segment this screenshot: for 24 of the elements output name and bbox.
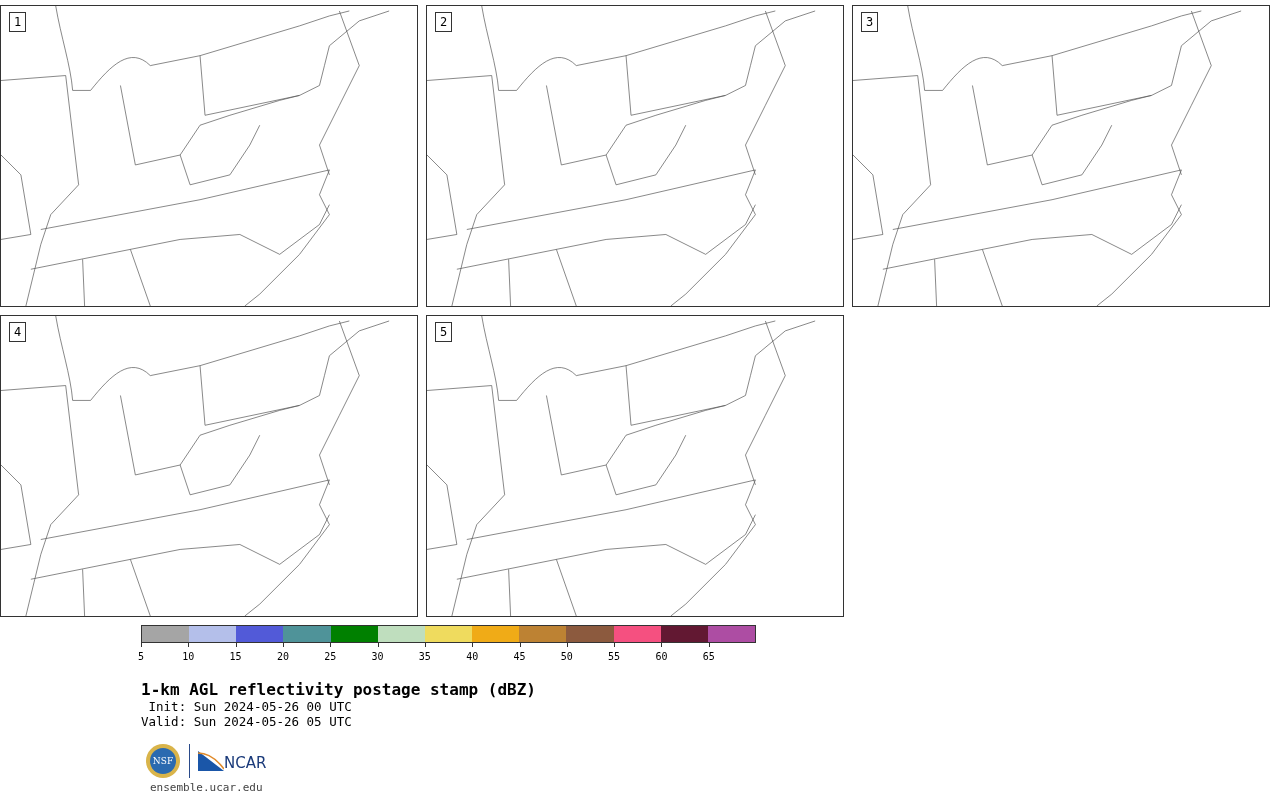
panel-number: 4 (9, 322, 27, 342)
tick-label: 35 (418, 650, 431, 664)
tick-label: 40 (466, 650, 479, 664)
tick-label: 5 (138, 650, 144, 664)
tick-label: 25 (324, 650, 337, 664)
tick-label: 65 (702, 650, 715, 664)
nsf-logo: NSF (145, 743, 181, 779)
tick-label: 50 (560, 650, 573, 664)
panel-number: 5 (435, 322, 453, 342)
tick-label: 45 (513, 650, 526, 664)
panel-number: 3 (861, 12, 879, 32)
tick-label: 20 (276, 650, 289, 664)
panel-number: 1 (9, 12, 27, 32)
site-url: ensemble.ucar.edu (150, 781, 264, 794)
tick-label: 55 (608, 650, 621, 664)
chart-title: 1-km AGL reflectivity postage stamp (dBZ) (141, 681, 537, 699)
tick-label: 60 (655, 650, 668, 664)
tick-label: 30 (371, 650, 384, 664)
tick-label: 15 (229, 650, 242, 664)
tick-label: 10 (182, 650, 195, 664)
init-time: Init: Sun 2024-05-26 00 UTC (147, 699, 353, 714)
valid-time: Valid: Sun 2024-05-26 05 UTC (141, 714, 353, 729)
panel-number: 2 (435, 12, 453, 32)
ncar-logo: NCAR (198, 751, 267, 771)
